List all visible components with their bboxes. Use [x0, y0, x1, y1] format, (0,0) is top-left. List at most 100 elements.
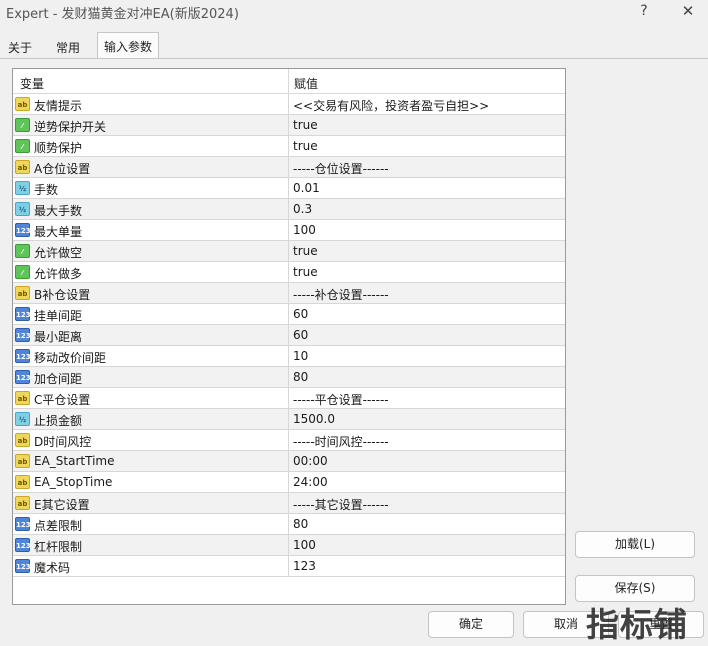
grid-header: 变量 赋值 [13, 69, 565, 94]
parameter-row[interactable]: 123 魔术码 123 [13, 556, 565, 577]
parameter-row[interactable]: 123 最小距离 60 [13, 325, 565, 346]
parameter-row[interactable]: 123 移动改价间距 10 [13, 346, 565, 367]
tab-input-params[interactable]: 输入参数 [97, 32, 160, 59]
ok-button[interactable]: 确定 [428, 611, 514, 638]
parameter-row[interactable]: ½ 最大手数 0.3 [13, 199, 565, 220]
close-button[interactable]: ✕ [676, 2, 700, 22]
column-separator [288, 367, 289, 388]
parameter-value[interactable]: 10 [293, 349, 308, 363]
parameter-row[interactable]: ⁄ 顺势保护 true [13, 136, 565, 157]
parameter-name: 手数 [34, 183, 59, 197]
parameter-row[interactable]: ⁄ 逆势保护开关 true [13, 115, 565, 136]
tab-about[interactable]: 关于 [2, 34, 38, 58]
column-separator [288, 304, 289, 325]
parameter-row[interactable]: ab A仓位设置 -----仓位设置------ [13, 157, 565, 178]
column-header-variable[interactable]: 变量 [20, 75, 44, 92]
int-type-icon: 123 [15, 307, 31, 321]
grid-rows: ab 友情提示 <<交易有风险，投资者盈亏自担>> ⁄ 逆势保护开关 true ⁄ 顺势保护 t… [13, 94, 565, 577]
parameter-name: A仓位设置 [34, 162, 91, 176]
parameter-value[interactable]: -----时间风控------ [293, 433, 389, 450]
column-header-value[interactable]: 赋值 [294, 75, 318, 92]
parameter-row[interactable]: ½ 止损金额 1500.0 [13, 409, 565, 430]
help-button[interactable]: ? [632, 2, 656, 22]
parameter-value[interactable]: <<交易有风险，投资者盈亏自担>> [293, 97, 489, 114]
int-type-icon: 123 [15, 538, 31, 552]
parameter-value[interactable]: 123 [293, 559, 316, 573]
parameter-row[interactable]: ab C平仓设置 -----平仓设置------ [13, 388, 565, 409]
parameter-value[interactable]: true [293, 265, 318, 279]
parameter-value[interactable]: -----补仓设置------ [293, 286, 389, 303]
column-separator [288, 157, 289, 178]
window-title: Expert - 发财猫黄金对冲EA(新版2024) [6, 7, 239, 22]
int-type-icon: 123 [15, 349, 31, 363]
column-separator [288, 556, 289, 577]
tab-common[interactable]: 常用 [50, 34, 86, 58]
int-type-icon: 123 [15, 328, 31, 342]
parameter-value[interactable]: 1500.0 [293, 412, 335, 426]
parameter-value[interactable]: 60 [293, 307, 308, 321]
parameter-value[interactable]: true [293, 139, 318, 153]
tab-divider [0, 58, 708, 59]
column-separator [288, 115, 289, 136]
parameter-row[interactable]: ⁄ 允许做多 true [13, 262, 565, 283]
parameter-name: EA_StartTime [34, 454, 115, 468]
parameter-row[interactable]: 123 最大单量 100 [13, 220, 565, 241]
string-type-icon: ab [15, 496, 30, 510]
parameter-value[interactable]: true [293, 118, 318, 132]
parameter-row[interactable]: 123 挂单间距 60 [13, 304, 565, 325]
parameter-value[interactable]: -----仓位设置------ [293, 160, 389, 177]
parameter-value[interactable]: 100 [293, 538, 316, 552]
parameter-value[interactable]: 60 [293, 328, 308, 342]
parameter-name: 加仓间距 [34, 372, 83, 386]
parameter-value[interactable]: 80 [293, 370, 308, 384]
parameter-name: 逆势保护开关 [34, 120, 107, 134]
parameter-name: B补仓设置 [34, 288, 91, 302]
parameter-value[interactable]: 24:00 [293, 475, 328, 489]
parameter-row[interactable]: ab B补仓设置 -----补仓设置------ [13, 283, 565, 304]
load-button[interactable]: 加载(L) [575, 531, 695, 558]
parameter-row[interactable]: ab EA_StartTime 00:00 [13, 451, 565, 472]
parameter-name: 允许做多 [34, 267, 83, 281]
parameter-grid[interactable]: 变量 赋值 ab 友情提示 <<交易有风险，投资者盈亏自担>> ⁄ 逆势保护开关 true… [12, 68, 566, 605]
parameter-row[interactable]: ab E其它设置 -----其它设置------ [13, 493, 565, 514]
column-separator [288, 493, 289, 514]
parameter-name: 杠杆限制 [34, 540, 83, 554]
int-type-icon: 123 [15, 517, 31, 531]
column-separator [288, 535, 289, 556]
parameter-row[interactable]: ½ 手数 0.01 [13, 178, 565, 199]
parameter-name: D时间风控 [34, 435, 92, 449]
parameter-name: 顺势保护 [34, 141, 83, 155]
double-type-icon: ½ [15, 412, 30, 426]
parameter-row[interactable]: 123 加仓间距 80 [13, 367, 565, 388]
parameter-value[interactable]: 0.01 [293, 181, 320, 195]
parameter-row[interactable]: 123 杠杆限制 100 [13, 535, 565, 556]
parameter-value[interactable]: -----平仓设置------ [293, 391, 389, 408]
parameter-value[interactable]: 0.3 [293, 202, 312, 216]
column-separator [288, 94, 289, 115]
tab-strip: 关于 常用 输入参数 [0, 32, 708, 59]
bool-type-icon: ⁄ [15, 118, 30, 132]
parameter-row[interactable]: ⁄ 允许做空 true [13, 241, 565, 262]
parameter-row[interactable]: ab 友情提示 <<交易有风险，投资者盈亏自担>> [13, 94, 565, 115]
column-separator [288, 69, 289, 94]
column-separator [288, 409, 289, 430]
bool-type-icon: ⁄ [15, 139, 30, 153]
parameter-value[interactable]: true [293, 244, 318, 258]
parameter-value[interactable]: 00:00 [293, 454, 328, 468]
column-separator [288, 178, 289, 199]
parameter-name: C平仓设置 [34, 393, 91, 407]
parameter-value[interactable]: 80 [293, 517, 308, 531]
parameter-row[interactable]: ab D时间风控 -----时间风控------ [13, 430, 565, 451]
parameter-name: 最小距离 [34, 330, 83, 344]
parameter-value[interactable]: 100 [293, 223, 316, 237]
parameter-row[interactable]: ab EA_StopTime 24:00 [13, 472, 565, 493]
parameter-name: 点差限制 [34, 519, 83, 533]
parameter-name: 最大手数 [34, 204, 83, 218]
parameter-value[interactable]: -----其它设置------ [293, 496, 389, 513]
column-separator [288, 451, 289, 472]
column-separator [288, 388, 289, 409]
string-type-icon: ab [15, 160, 30, 174]
parameter-name: 最大单量 [34, 225, 83, 239]
parameter-row[interactable]: 123 点差限制 80 [13, 514, 565, 535]
column-separator [288, 430, 289, 451]
